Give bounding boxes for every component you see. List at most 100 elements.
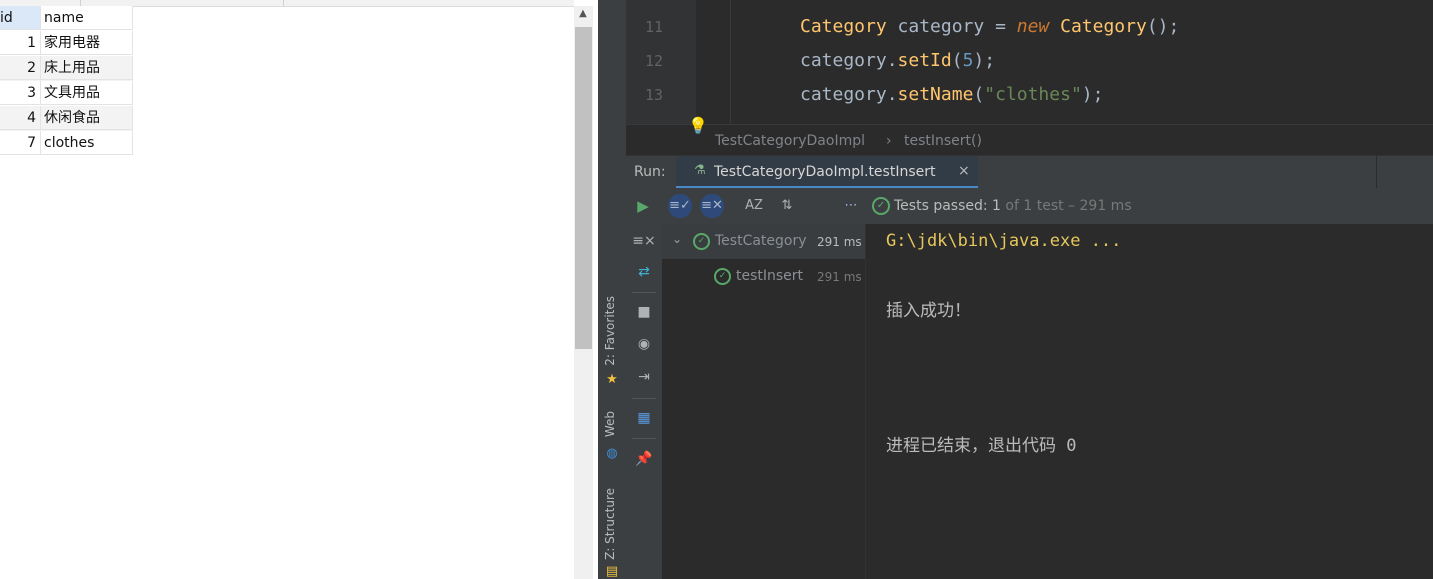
variable-token: category = — [886, 16, 1017, 37]
run-label: Run: — [634, 164, 666, 180]
column-header-id[interactable]: id — [0, 6, 41, 30]
exit-icon[interactable]: ⇥ — [632, 366, 656, 388]
cell-name[interactable]: 床上用品 — [41, 56, 133, 80]
cell-name[interactable]: clothes — [41, 131, 133, 155]
pin-icon[interactable]: 📌 — [632, 448, 656, 470]
cell-name[interactable]: 休闲食品 — [41, 106, 133, 130]
punct-token: ( — [973, 84, 985, 105]
table-header-row: id name — [0, 6, 133, 31]
header-divider — [1376, 156, 1377, 189]
tree-node-time: 291 ms — [817, 235, 862, 249]
cell-id[interactable]: 1 — [0, 31, 41, 55]
code-line-11[interactable]: Category category = new Category(); — [800, 16, 1179, 37]
check-circle-icon: ✓ — [872, 197, 890, 215]
more-options-icon[interactable]: ⋯ — [839, 194, 863, 218]
show-passed-icon[interactable]: ≡✓ — [668, 194, 692, 218]
table-row[interactable]: 3 文具用品 — [0, 81, 133, 106]
side-tool-strip: 2: Favorites ★ Web ◍ Z: Structure ▤ — [598, 0, 627, 579]
chevron-down-icon[interactable]: ⌄ — [672, 232, 682, 246]
table-row[interactable]: 7 clothes — [0, 131, 133, 156]
punct-token: . — [886, 50, 898, 71]
camera-icon[interactable]: ◉ — [632, 333, 656, 355]
star-icon[interactable]: ★ — [605, 373, 619, 387]
console-message-line: 插入成功！ — [886, 301, 971, 321]
scrollbar-thumb[interactable] — [575, 27, 592, 349]
layout-icon[interactable]: ▦ — [632, 407, 656, 429]
favorites-tab[interactable]: 2: Favorites — [603, 296, 617, 366]
show-ignored-icon[interactable]: ≡✕ — [700, 194, 724, 218]
globe-icon[interactable]: ◍ — [605, 447, 619, 461]
status-count: 1 — [992, 198, 1001, 214]
table-row[interactable]: 2 床上用品 — [0, 56, 133, 81]
code-line-13[interactable]: category.setName("clothes"); — [800, 84, 1103, 105]
tests-passed-status: Tests passed: 1 of 1 test – 291 ms — [894, 198, 1132, 214]
status-prefix: Tests passed: — [894, 198, 993, 214]
breadcrumb-separator: › — [886, 133, 892, 149]
clear-list-icon[interactable]: ≡× — [632, 230, 656, 252]
code-line-12[interactable]: category.setId(5); — [800, 50, 995, 71]
constructor-token: Category — [1049, 16, 1147, 37]
close-icon[interactable]: × — [958, 163, 970, 179]
punct-token: ); — [973, 50, 996, 71]
action-separator — [632, 398, 656, 399]
gutter-divider — [730, 0, 731, 124]
punct-token: ( — [951, 50, 963, 71]
string-token: "clothes" — [984, 84, 1082, 105]
object-token: category — [800, 50, 887, 71]
action-separator — [632, 292, 656, 293]
tree-node-time: 291 ms — [817, 270, 862, 284]
database-grid-panel: id name 1 家用电器 2 床上用品 3 文具用品 4 休闲食品 7 cl… — [0, 0, 598, 579]
console-output[interactable]: G:\jdk\bin\java.exe ... 插入成功！ 进程已结束，退出代码… — [866, 224, 1433, 579]
run-toolbar: ▶ ≡✓ ≡✕ AZ ⇅ ⋯ ✓ Tests passed: 1 of 1 te… — [626, 188, 1433, 225]
sort-alphabetically-icon[interactable]: AZ — [742, 194, 766, 218]
sort-by-duration-icon[interactable]: ⇅ — [775, 194, 799, 218]
tree-node-child[interactable]: ✓ testInsert 291 ms — [662, 259, 865, 294]
line-number: 12 — [644, 52, 664, 70]
status-suffix: of 1 test – 291 ms — [1000, 198, 1132, 214]
type-token: Category — [800, 16, 887, 37]
rerun-icon[interactable]: ▶ — [631, 194, 655, 218]
console-command-line: G:\jdk\bin\java.exe ... — [886, 231, 1122, 251]
cell-id[interactable]: 3 — [0, 81, 41, 105]
tree-node-label: testInsert — [736, 268, 804, 284]
object-token: category — [800, 84, 887, 105]
console-exit-line: 进程已结束，退出代码 0 — [886, 436, 1077, 456]
keyword-new-token: new — [1016, 16, 1050, 37]
run-tool-window-header: Run: ⚗ TestCategoryDaoImpl.testInsert × — [626, 155, 1433, 189]
number-token: 5 — [962, 50, 974, 71]
line-number-gutter: 11 12 13 — [626, 0, 696, 124]
scroll-up-arrow-icon[interactable]: ▲ — [577, 9, 589, 19]
punct-token: (); — [1146, 16, 1180, 37]
line-number: 13 — [644, 86, 664, 104]
structure-tab[interactable]: Z: Structure — [603, 488, 617, 560]
cell-id[interactable]: 7 — [0, 131, 41, 155]
check-circle-icon: ✓ — [714, 268, 731, 285]
run-tab-title: TestCategoryDaoImpl.testInsert — [714, 164, 936, 180]
table-row[interactable]: 4 休闲食品 — [0, 106, 133, 131]
code-editor[interactable]: 11 12 13 Category category = new Categor… — [626, 0, 1433, 124]
action-separator — [632, 438, 656, 439]
test-tube-icon: ⚗ — [694, 163, 706, 178]
cell-id[interactable]: 2 — [0, 56, 41, 80]
breadcrumb: TestCategoryDaoImpl › testInsert() — [626, 124, 1433, 156]
tree-node-root[interactable]: ⌄ ✓ TestCategory 291 ms — [662, 224, 865, 259]
cell-name[interactable]: 文具用品 — [41, 81, 133, 105]
stop-icon[interactable]: ■ — [632, 301, 656, 323]
run-configuration-tab[interactable]: ⚗ TestCategoryDaoImpl.testInsert × — [676, 156, 978, 189]
toggle-auto-test-icon[interactable]: ⇄ — [632, 261, 656, 283]
column-header-name[interactable]: name — [41, 6, 133, 30]
line-number: 11 — [644, 18, 664, 36]
structure-icon[interactable]: ▤ — [605, 565, 619, 579]
web-tab[interactable]: Web — [603, 411, 617, 437]
ide-window: 2: Favorites ★ Web ◍ Z: Structure ▤ 11 1… — [598, 0, 1433, 579]
breadcrumb-class[interactable]: TestCategoryDaoImpl — [715, 133, 865, 149]
lightbulb-icon[interactable]: 💡 — [688, 117, 708, 135]
cell-name[interactable]: 家用电器 — [41, 31, 133, 55]
test-results-tree: ⌄ ✓ TestCategory 291 ms ✓ testInsert 291… — [662, 224, 866, 579]
table-row[interactable]: 1 家用电器 — [0, 31, 133, 56]
breadcrumb-method[interactable]: testInsert() — [904, 133, 982, 149]
punct-token: . — [886, 84, 898, 105]
method-token: setId — [897, 50, 952, 71]
punct-token: ); — [1081, 84, 1104, 105]
cell-id[interactable]: 4 — [0, 106, 41, 130]
